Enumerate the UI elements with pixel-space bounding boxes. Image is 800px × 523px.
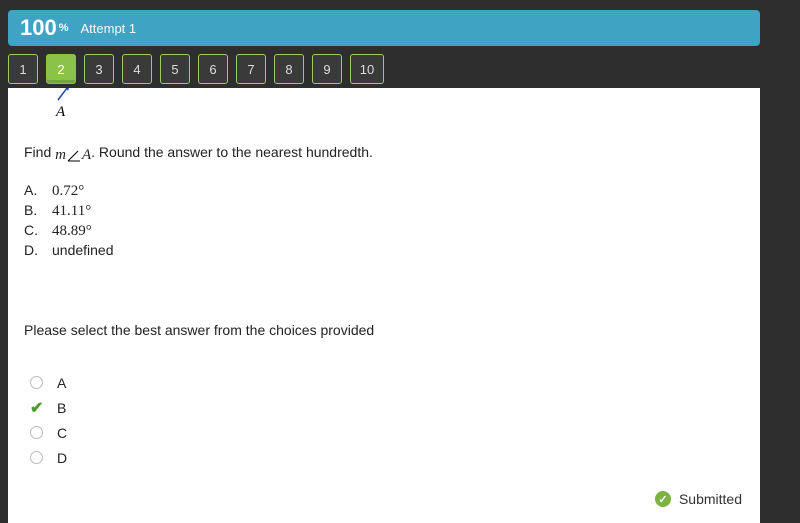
expr-m: m (55, 147, 66, 164)
vertex-label-A: A (56, 104, 65, 121)
app-root: 100 % Attempt 1 12345678910 A Find mA. R… (0, 0, 800, 523)
question-text: Find mA. Round the answer to the nearest… (24, 144, 373, 164)
choice-row: D.undefined (24, 242, 114, 262)
question-prefix: Find (24, 144, 55, 160)
attempt-label: Attempt 1 (81, 21, 137, 36)
nav-question-6[interactable]: 6 (198, 54, 228, 84)
answer-label: A (57, 375, 66, 391)
choice-list: A.0.72°B.41.11°C.48.89°D.undefined (24, 182, 114, 262)
nav-question-4[interactable]: 4 (122, 54, 152, 84)
choice-key: B. (24, 202, 52, 218)
answer-option-b[interactable]: ✔B (30, 395, 67, 420)
choice-key: D. (24, 242, 52, 258)
answer-options: A✔BCD (30, 370, 67, 470)
angle-expression: mA (55, 147, 91, 164)
choice-value: 48.89° (52, 222, 92, 240)
question-nav: 123456789 10 (8, 54, 384, 86)
radio-icon (30, 451, 43, 464)
nav-question-2[interactable]: 2 (46, 54, 76, 84)
answer-label: B (57, 400, 66, 416)
score-value: 100 (20, 15, 57, 41)
radio-icon (30, 426, 43, 439)
nav-question-9[interactable]: 9 (312, 54, 342, 84)
nav-question-8[interactable]: 8 (274, 54, 304, 84)
nav-question-5[interactable]: 5 (160, 54, 190, 84)
status-label: Submitted (679, 491, 742, 507)
content-panel: A Find mA. Round the answer to the neare… (8, 88, 760, 523)
choice-key: A. (24, 182, 52, 198)
expr-A: A (82, 147, 91, 164)
nav-question-7[interactable]: 7 (236, 54, 266, 84)
choice-value: 41.11° (52, 202, 91, 220)
angle-diagram (56, 88, 76, 102)
percent-sign: % (59, 22, 69, 34)
choice-value: 0.72° (52, 182, 84, 200)
choice-value: undefined (52, 242, 114, 258)
choice-row: B.41.11° (24, 202, 114, 222)
radio-icon (30, 376, 43, 389)
question-suffix: . Round the answer to the nearest hundre… (91, 144, 373, 160)
choice-row: A.0.72° (24, 182, 114, 202)
status-bar: ✓ Submitted (655, 491, 742, 507)
nav-question-1[interactable]: 1 (8, 54, 38, 84)
answer-option-d[interactable]: D (30, 445, 67, 470)
answer-label: C (57, 425, 67, 441)
header-bar: 100 % Attempt 1 (8, 10, 760, 46)
choice-row: C.48.89° (24, 222, 114, 242)
check-circle-icon: ✓ (655, 491, 671, 507)
answer-option-c[interactable]: C (30, 420, 67, 445)
answer-option-a[interactable]: A (30, 370, 67, 395)
choice-key: C. (24, 222, 52, 238)
angle-icon (67, 150, 81, 162)
nav-question-3[interactable]: 3 (84, 54, 114, 84)
answer-label: D (57, 450, 67, 466)
checkmark-icon: ✔ (30, 398, 43, 418)
select-prompt: Please select the best answer from the c… (24, 322, 374, 338)
nav-question-10[interactable]: 10 (350, 54, 384, 84)
